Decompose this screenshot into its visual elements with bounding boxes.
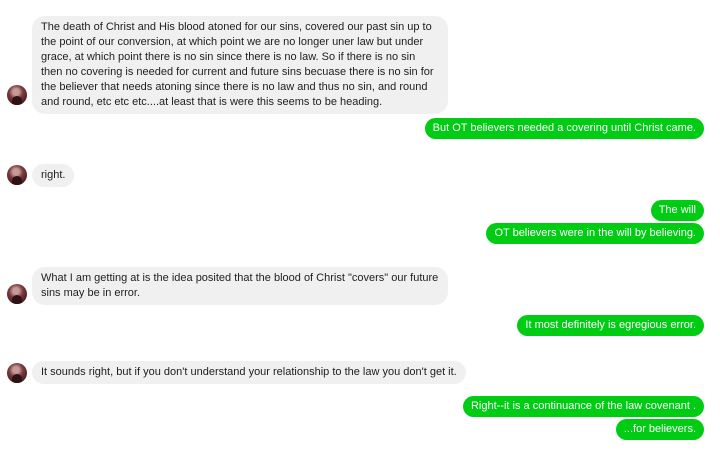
outgoing-message: ...for believers.	[615, 419, 704, 440]
incoming-message: What I am getting at is the idea posited…	[32, 267, 448, 305]
incoming-message: The death of Christ and His blood atoned…	[32, 16, 448, 114]
avatar-icon[interactable]	[7, 85, 27, 105]
outgoing-message: It most definitely is egregious error.	[517, 315, 704, 336]
outgoing-message: The will	[650, 200, 704, 221]
avatar-icon[interactable]	[7, 363, 27, 383]
avatar-icon[interactable]	[7, 284, 27, 304]
incoming-message: It sounds right, but if you don't unders…	[32, 361, 466, 384]
incoming-message: right.	[32, 164, 75, 187]
outgoing-message: But OT believers needed a covering until…	[424, 118, 704, 139]
outgoing-message: Right--it is a continuance of the law co…	[462, 396, 704, 417]
avatar-icon[interactable]	[7, 165, 27, 185]
outgoing-message: OT believers were in the will by believi…	[486, 223, 704, 244]
